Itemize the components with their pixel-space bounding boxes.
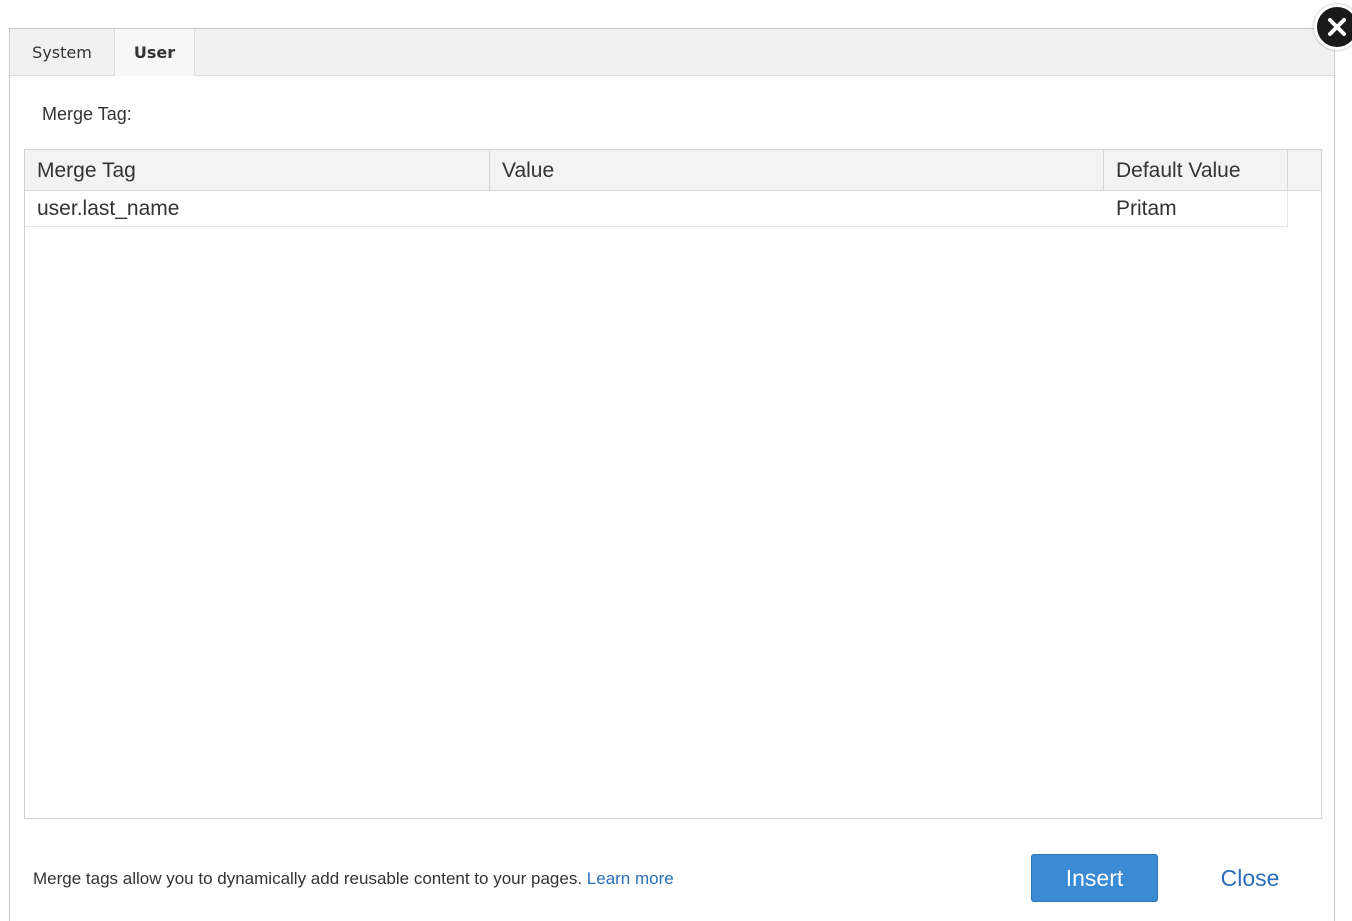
column-header-merge-tag[interactable]: Merge Tag (25, 150, 490, 190)
column-header-spacer (1288, 150, 1323, 190)
merge-tag-table: Merge Tag Value Default Value user.last_… (24, 149, 1322, 819)
table-header: Merge Tag Value Default Value (25, 150, 1321, 191)
merge-tag-label: Merge Tag: (42, 104, 132, 124)
tab-user[interactable]: User (115, 29, 195, 76)
column-header-default-value[interactable]: Default Value (1104, 150, 1288, 190)
column-header-value[interactable]: Value (490, 150, 1104, 190)
footer-note-text: Merge tags allow you to dynamically add … (33, 869, 583, 888)
cell-default-value: Pritam (1116, 197, 1177, 220)
cell-merge-tag: user.last_name (37, 197, 180, 220)
tab-bar: System User (10, 29, 1334, 76)
learn-more-link[interactable]: Learn more (587, 869, 674, 888)
tab-system[interactable]: System (10, 29, 115, 76)
footer-note: Merge tags allow you to dynamically add … (33, 869, 674, 889)
close-button[interactable]: Close (1200, 854, 1300, 902)
merge-tag-dialog: System User Merge Tag: Merge Tag Value D… (9, 28, 1335, 921)
insert-button[interactable]: Insert (1031, 854, 1158, 902)
table-row[interactable]: user.last_name Pritam (25, 191, 1288, 227)
cell-value[interactable] (490, 191, 1104, 226)
close-icon[interactable] (1314, 4, 1352, 50)
